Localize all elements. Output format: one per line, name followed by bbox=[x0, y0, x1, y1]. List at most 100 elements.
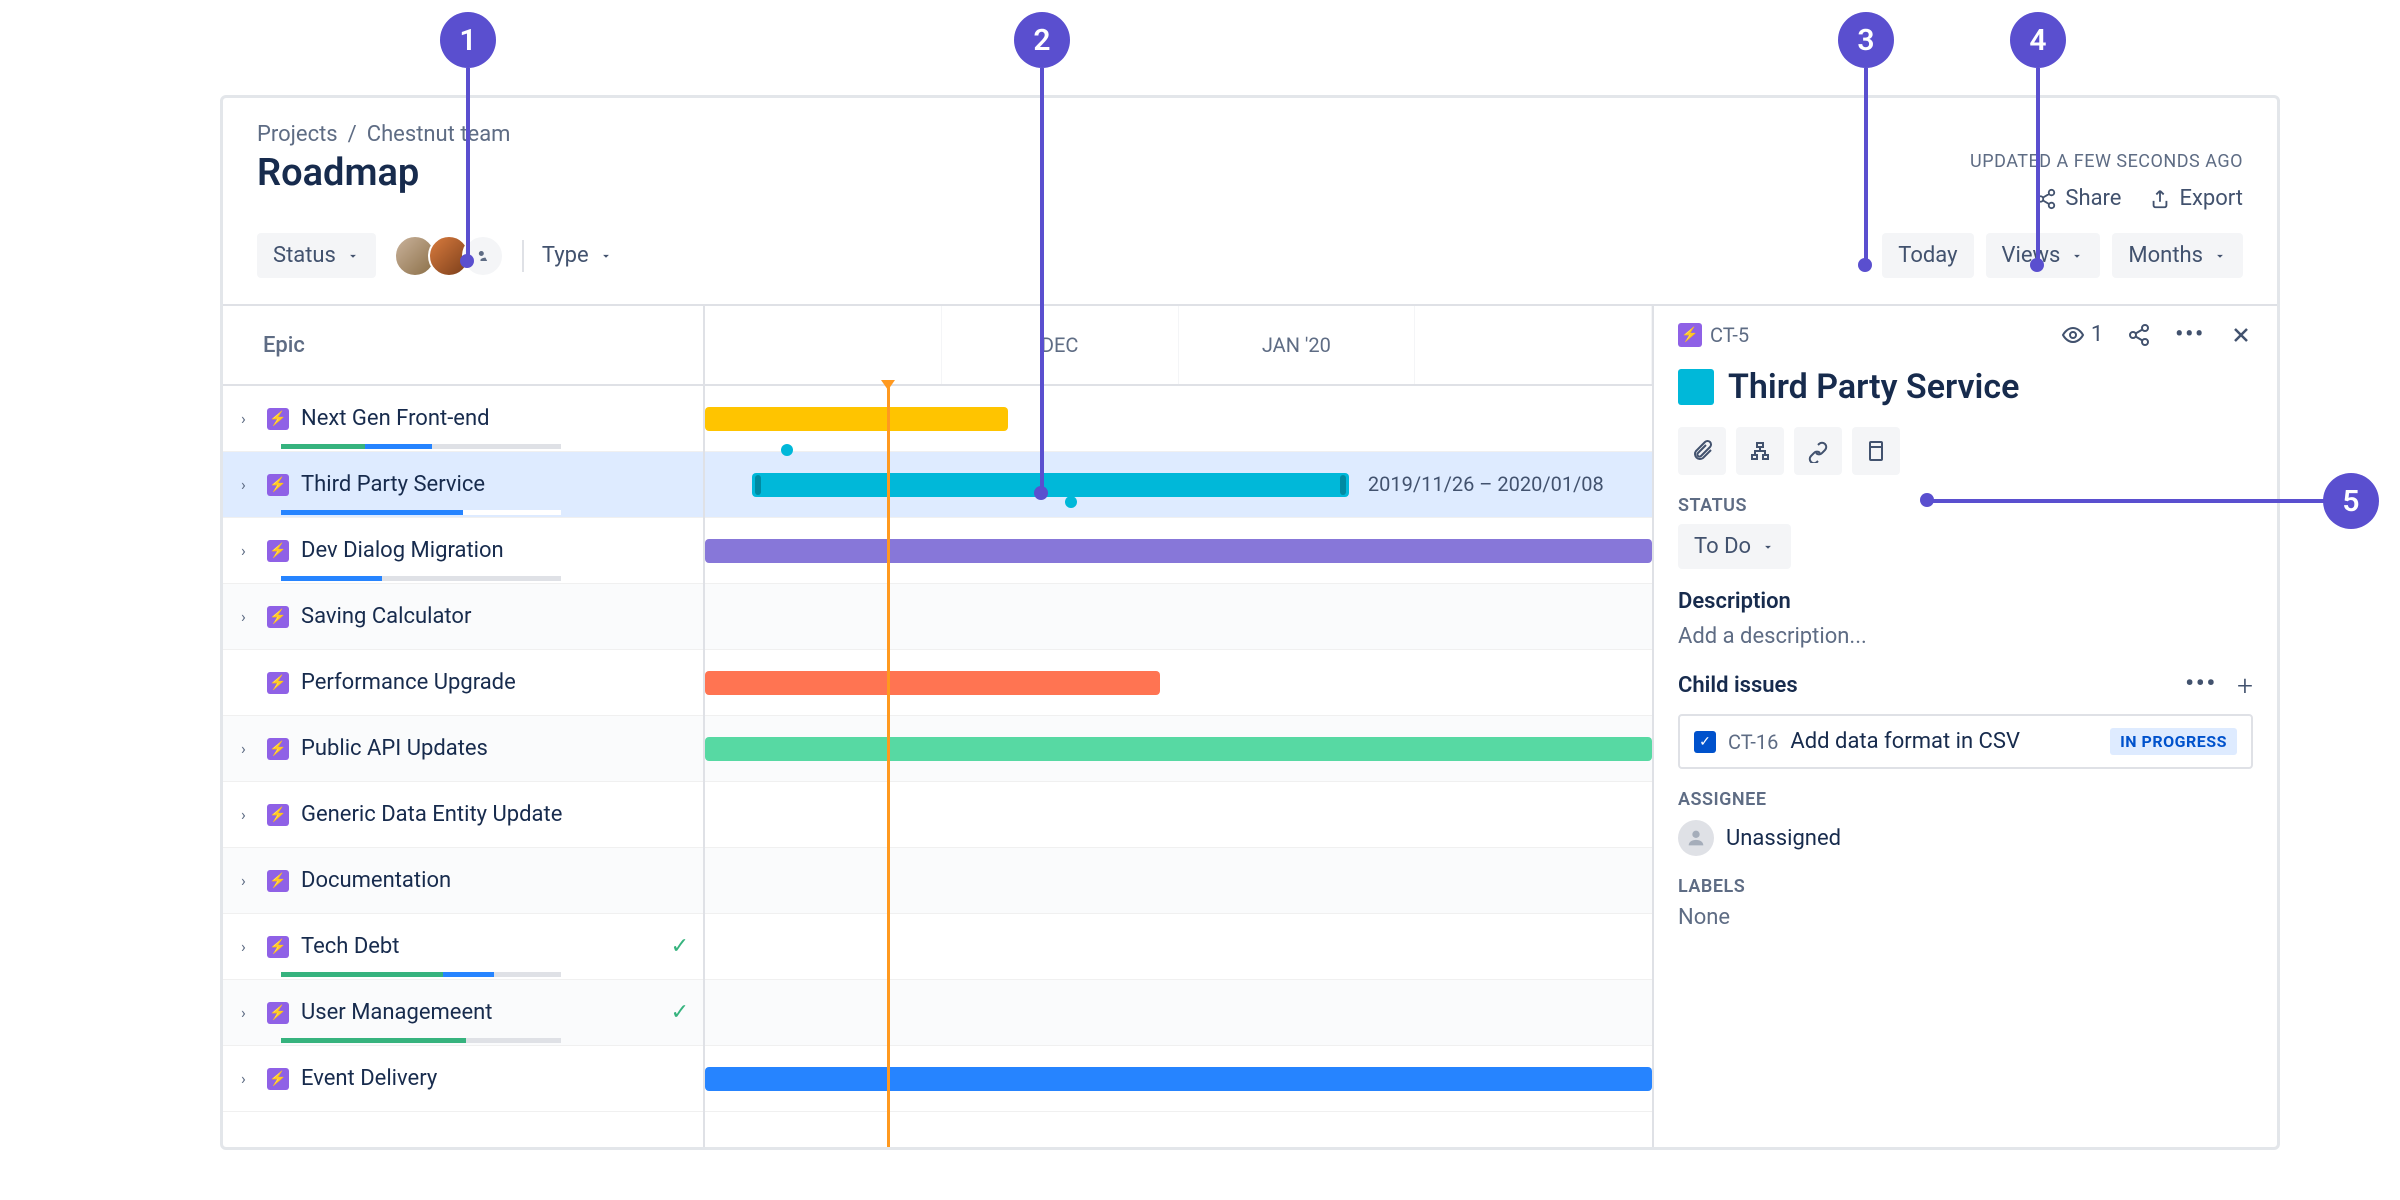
timescale-dropdown[interactable]: Months bbox=[2112, 233, 2243, 278]
epic-name: Generic Data Entity Update bbox=[301, 802, 703, 827]
progress-bar bbox=[281, 972, 561, 977]
add-child-button[interactable] bbox=[1736, 427, 1784, 475]
epic-row[interactable]: ›⚡Tech Debt✓ bbox=[223, 914, 703, 980]
annotation-1: 1 bbox=[440, 12, 496, 68]
export-button[interactable]: Export bbox=[2149, 186, 2243, 211]
app-frame: Projects / Chestnut team Roadmap UPDATED… bbox=[220, 95, 2280, 1150]
timeline-row[interactable] bbox=[705, 518, 1652, 584]
epic-icon: ⚡ bbox=[267, 870, 289, 892]
epic-name: Event Delivery bbox=[301, 1066, 703, 1091]
timeline-row[interactable] bbox=[705, 980, 1652, 1046]
timeline-row[interactable] bbox=[705, 782, 1652, 848]
epic-row[interactable]: ⚡Performance Upgrade bbox=[223, 650, 703, 716]
page-button[interactable] bbox=[1852, 427, 1900, 475]
child-issue-dot[interactable] bbox=[1065, 496, 1077, 508]
timeline-bar[interactable] bbox=[705, 539, 1652, 563]
epic-row[interactable]: ›⚡Dev Dialog Migration bbox=[223, 518, 703, 584]
epic-row[interactable]: ›⚡Public API Updates bbox=[223, 716, 703, 782]
bar-resize-handle[interactable] bbox=[755, 475, 761, 495]
labels-value[interactable]: None bbox=[1678, 905, 2253, 930]
child-issue-row[interactable]: ✓ CT-16 Add data format in CSV IN PROGRE… bbox=[1678, 714, 2253, 769]
month-header: DEC bbox=[942, 306, 1179, 384]
epic-row[interactable]: ›⚡Generic Data Entity Update bbox=[223, 782, 703, 848]
expand-caret-icon[interactable]: › bbox=[241, 871, 261, 890]
timeline-row[interactable]: 2019/11/26 – 2020/01/08 bbox=[705, 452, 1652, 518]
epic-column-header: Epic bbox=[223, 306, 703, 386]
views-dropdown[interactable]: Views bbox=[1986, 233, 2101, 278]
child-issue-title: Add data format in CSV bbox=[1790, 729, 2020, 754]
expand-caret-icon[interactable]: › bbox=[241, 937, 261, 956]
epic-row[interactable]: ›⚡Third Party Service bbox=[223, 452, 703, 518]
progress-bar bbox=[281, 576, 561, 581]
epic-color-swatch bbox=[1678, 369, 1714, 405]
timeline-bar[interactable] bbox=[705, 671, 1160, 695]
epic-row[interactable]: ›⚡User Managemeent✓ bbox=[223, 980, 703, 1046]
breadcrumb-root[interactable]: Projects bbox=[257, 122, 338, 147]
today-button[interactable]: Today bbox=[1882, 233, 1973, 278]
epic-icon: ⚡ bbox=[1678, 323, 1702, 347]
epic-row[interactable]: ›⚡Next Gen Front-end bbox=[223, 386, 703, 452]
epic-name: Tech Debt bbox=[301, 934, 671, 959]
timeline-row[interactable] bbox=[705, 716, 1652, 782]
month-header: JAN '20 bbox=[1179, 306, 1416, 384]
bar-resize-handle[interactable] bbox=[1340, 475, 1346, 495]
epic-icon: ⚡ bbox=[267, 936, 289, 958]
description-field[interactable]: Add a description... bbox=[1678, 624, 2253, 649]
timeline-row[interactable] bbox=[705, 584, 1652, 650]
share-button[interactable]: Share bbox=[2035, 186, 2121, 211]
export-icon bbox=[2149, 188, 2171, 210]
epic-name: Dev Dialog Migration bbox=[301, 538, 703, 563]
timeline-row[interactable] bbox=[705, 914, 1652, 980]
breadcrumb-project[interactable]: Chestnut team bbox=[367, 122, 511, 147]
type-filter[interactable]: Type bbox=[542, 243, 613, 268]
assignee-field[interactable]: Unassigned bbox=[1678, 820, 2253, 856]
epic-row[interactable]: ›⚡Event Delivery bbox=[223, 1046, 703, 1112]
expand-caret-icon[interactable]: › bbox=[241, 409, 261, 428]
annotation-4: 4 bbox=[2010, 12, 2066, 68]
status-filter[interactable]: Status bbox=[257, 233, 376, 278]
epic-name: Saving Calculator bbox=[301, 604, 703, 629]
people-filter[interactable] bbox=[394, 235, 504, 277]
epic-row[interactable]: ›⚡Documentation bbox=[223, 848, 703, 914]
attach-button[interactable] bbox=[1678, 427, 1726, 475]
avatar-placeholder-icon bbox=[1678, 820, 1714, 856]
expand-caret-icon[interactable]: › bbox=[241, 475, 261, 494]
issue-title[interactable]: Third Party Service bbox=[1728, 367, 2019, 407]
more-actions-button[interactable]: ••• bbox=[2175, 322, 2205, 347]
timeline-bar[interactable] bbox=[705, 407, 1008, 431]
link-button[interactable] bbox=[1794, 427, 1842, 475]
chevron-down-icon bbox=[1761, 540, 1775, 554]
timeline-bar[interactable] bbox=[705, 1067, 1652, 1091]
child-issue-dot[interactable] bbox=[781, 444, 793, 456]
watchers-button[interactable]: 1 bbox=[2061, 322, 2103, 347]
status-dropdown[interactable]: To Do bbox=[1678, 524, 1791, 569]
timeline-row[interactable] bbox=[705, 848, 1652, 914]
timeline-row[interactable] bbox=[705, 1046, 1652, 1112]
expand-caret-icon[interactable]: › bbox=[241, 541, 261, 560]
expand-caret-icon[interactable]: › bbox=[241, 805, 261, 824]
timeline-bar[interactable] bbox=[705, 737, 1652, 761]
chevron-down-icon bbox=[346, 249, 360, 263]
timeline-row[interactable] bbox=[705, 650, 1652, 716]
expand-caret-icon[interactable]: › bbox=[241, 1069, 261, 1088]
expand-caret-icon[interactable]: › bbox=[241, 607, 261, 626]
attachment-icon bbox=[1690, 439, 1714, 463]
assignee-label: ASSIGNEE bbox=[1678, 789, 2253, 810]
annotation-line bbox=[466, 68, 470, 258]
epic-row[interactable]: ›⚡Saving Calculator bbox=[223, 584, 703, 650]
link-icon bbox=[1806, 439, 1830, 463]
timeline-bar[interactable] bbox=[752, 473, 1349, 497]
status-filter-label: Status bbox=[273, 243, 336, 268]
expand-caret-icon[interactable]: › bbox=[241, 1003, 261, 1022]
add-child-issue-button[interactable]: + bbox=[2237, 669, 2253, 702]
child-more-button[interactable]: ••• bbox=[2185, 669, 2217, 702]
issue-key-link[interactable]: ⚡ CT-5 bbox=[1678, 323, 1749, 347]
epic-name: Next Gen Front-end bbox=[301, 406, 703, 431]
expand-caret-icon[interactable]: › bbox=[241, 739, 261, 758]
today-line bbox=[887, 386, 890, 1150]
close-button[interactable] bbox=[2229, 323, 2253, 347]
timeline-row[interactable] bbox=[705, 386, 1652, 452]
chevron-down-icon bbox=[599, 249, 613, 263]
timeline-grid[interactable]: DECJAN '20 2019/11/26 – 2020/01/08 bbox=[705, 306, 1652, 1150]
share-issue-button[interactable] bbox=[2127, 323, 2151, 347]
